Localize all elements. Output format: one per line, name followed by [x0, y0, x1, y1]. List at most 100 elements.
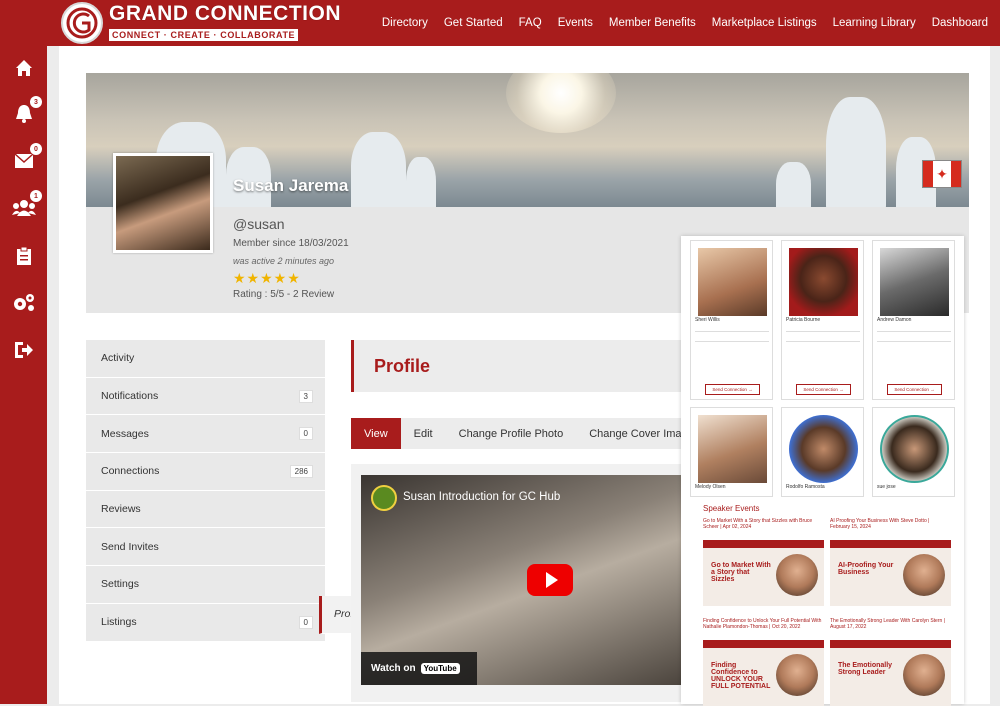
cover-tree	[776, 162, 811, 207]
event-banner-text: AI-Proofing Your Business	[838, 562, 894, 576]
nav-events[interactable]: Events	[558, 17, 593, 29]
brand-title: GRAND CONNECTION	[109, 2, 341, 25]
speaker-events-title: Speaker Events	[703, 504, 760, 513]
nav-member-benefits[interactable]: Member Benefits	[609, 17, 696, 29]
profile-handle: @susan	[233, 216, 285, 232]
member-card[interactable]: Sheri Willis Send Connection →	[690, 240, 773, 400]
tab-edit[interactable]: Edit	[401, 418, 446, 449]
event-caption[interactable]: Finding Confidence to Unlock Your Full P…	[703, 618, 823, 630]
menu-count: 286	[289, 464, 313, 478]
member-card[interactable]: Andrew Damon Send Connection →	[872, 240, 955, 400]
event-banner[interactable]: Go to Market With a Story that Sizzles	[703, 540, 824, 606]
speaker-photo	[903, 554, 945, 596]
nav-get-started[interactable]: Get Started	[444, 17, 503, 29]
member-photo	[698, 415, 767, 483]
tab-change-profile-photo[interactable]: Change Profile Photo	[446, 418, 577, 449]
star-rating-icon: ★★★★★	[233, 270, 301, 286]
logo-icon	[66, 7, 98, 39]
play-button[interactable]	[527, 564, 573, 596]
avatar[interactable]	[113, 153, 213, 253]
cover-tree	[406, 157, 436, 207]
video-title[interactable]: Susan Introduction for GC Hub	[403, 491, 560, 503]
cover-tree	[826, 97, 886, 207]
envelope-icon	[14, 153, 33, 168]
menu-item-listings[interactable]: Listings 0	[86, 603, 325, 642]
speaker-photo	[776, 654, 818, 696]
home-icon	[15, 60, 32, 76]
profile-tabs: View Edit Change Profile Photo Change Co…	[351, 418, 681, 449]
send-connection-button[interactable]: Send Connection →	[887, 384, 942, 395]
member-name: Patricia Bourne	[786, 317, 821, 323]
youtube-video[interactable]: Susan Introduction for GC Hub Watch on Yo…	[361, 475, 683, 685]
sidebar-connections[interactable]: 1	[0, 188, 47, 228]
member-photo	[880, 415, 949, 483]
member-photo	[698, 248, 767, 316]
member-card[interactable]: sue jose	[872, 407, 955, 497]
watch-on-youtube[interactable]: Watch on YouTube	[361, 652, 477, 685]
sidebar-notifications[interactable]: 3	[0, 94, 47, 134]
menu-count: 3	[298, 389, 313, 403]
speaker-photo	[776, 554, 818, 596]
member-name: sue jose	[877, 484, 896, 490]
member-since: Member since 18/03/2021	[233, 238, 349, 249]
sidebar-messages[interactable]: 0	[0, 141, 47, 181]
event-banner[interactable]: The Emotionally Strong Leader	[830, 640, 951, 706]
menu-item-messages[interactable]: Messages 0	[86, 415, 325, 454]
last-active: was active 2 minutes ago	[233, 256, 335, 266]
brand-logo[interactable]: GRAND CONNECTION CONNECT · CREATE · COLL…	[61, 2, 341, 44]
member-photo	[789, 248, 858, 316]
cover-sun	[506, 73, 616, 133]
event-caption[interactable]: AI Proofing Your Business With Steve Dot…	[830, 518, 950, 530]
send-connection-button[interactable]: Send Connection →	[705, 384, 760, 395]
tab-view[interactable]: View	[351, 418, 401, 449]
speaker-photo	[903, 654, 945, 696]
menu-item-connections[interactable]: Connections 286	[86, 453, 325, 491]
menu-item-send-invites[interactable]: Send Invites	[86, 528, 325, 567]
menu-label: Listings	[101, 616, 137, 629]
profile-name: Susan Jarema	[233, 176, 349, 195]
event-banner[interactable]: Finding Confidence to UNLOCK YOUR FULL P…	[703, 640, 824, 706]
event-banner-text: The Emotionally Strong Leader	[838, 662, 893, 676]
menu-item-activity[interactable]: Activity	[86, 340, 325, 378]
youtube-logo-icon: YouTube	[420, 663, 460, 674]
menu-label: Activity	[101, 352, 135, 365]
send-connection-button[interactable]: Send Connection →	[796, 384, 851, 395]
nav-dashboard[interactable]: Dashboard	[932, 17, 988, 29]
sidebar-settings[interactable]	[0, 282, 47, 322]
main-nav: Directory Get Started FAQ Events Member …	[382, 0, 988, 46]
event-caption[interactable]: Go to Market With a Story that Sizzles w…	[703, 518, 823, 530]
member-card[interactable]: Rodolfo Ramosta	[781, 407, 864, 497]
sidebar-logout[interactable]	[0, 330, 47, 370]
nav-directory[interactable]: Directory	[382, 17, 428, 29]
watch-label: Watch on	[371, 663, 416, 674]
event-banner[interactable]: AI-Proofing Your Business	[830, 540, 951, 606]
member-photo	[880, 248, 949, 316]
tab-change-cover-image[interactable]: Change Cover Imag	[576, 418, 681, 449]
menu-count: 0	[298, 615, 313, 629]
logo-emblem	[61, 2, 103, 44]
member-card[interactable]: Patricia Bourne Send Connection →	[781, 240, 864, 400]
sidebar-home[interactable]	[0, 48, 47, 88]
connection-badge: 1	[30, 190, 42, 202]
nav-learning-library[interactable]: Learning Library	[833, 17, 916, 29]
menu-item-settings[interactable]: Settings	[86, 566, 325, 604]
event-caption[interactable]: The Emotionally Strong Leader With Carol…	[830, 618, 950, 630]
menu-label: Reviews	[101, 503, 141, 516]
member-card[interactable]: Melody Olsen	[690, 407, 773, 497]
menu-item-notifications[interactable]: Notifications 3	[86, 377, 325, 416]
menu-item-reviews[interactable]: Reviews	[86, 490, 325, 529]
sign-out-icon	[14, 342, 33, 358]
nav-faq[interactable]: FAQ	[519, 17, 542, 29]
nav-marketplace-listings[interactable]: Marketplace Listings	[712, 17, 817, 29]
event-banner-text: Go to Market With a Story that Sizzles	[711, 562, 771, 583]
member-name: Melody Olsen	[695, 484, 726, 490]
event-banner-text: Finding Confidence to UNLOCK YOUR FULL P…	[711, 662, 771, 690]
bell-icon	[15, 105, 32, 123]
top-bar: GRAND CONNECTION CONNECT · CREATE · COLL…	[47, 0, 1000, 46]
cover-tree	[351, 132, 406, 207]
cover-image	[86, 73, 969, 207]
cogs-icon	[13, 294, 34, 311]
menu-label: Settings	[101, 578, 139, 591]
channel-icon[interactable]	[371, 485, 397, 511]
sidebar-listings[interactable]	[0, 236, 47, 276]
